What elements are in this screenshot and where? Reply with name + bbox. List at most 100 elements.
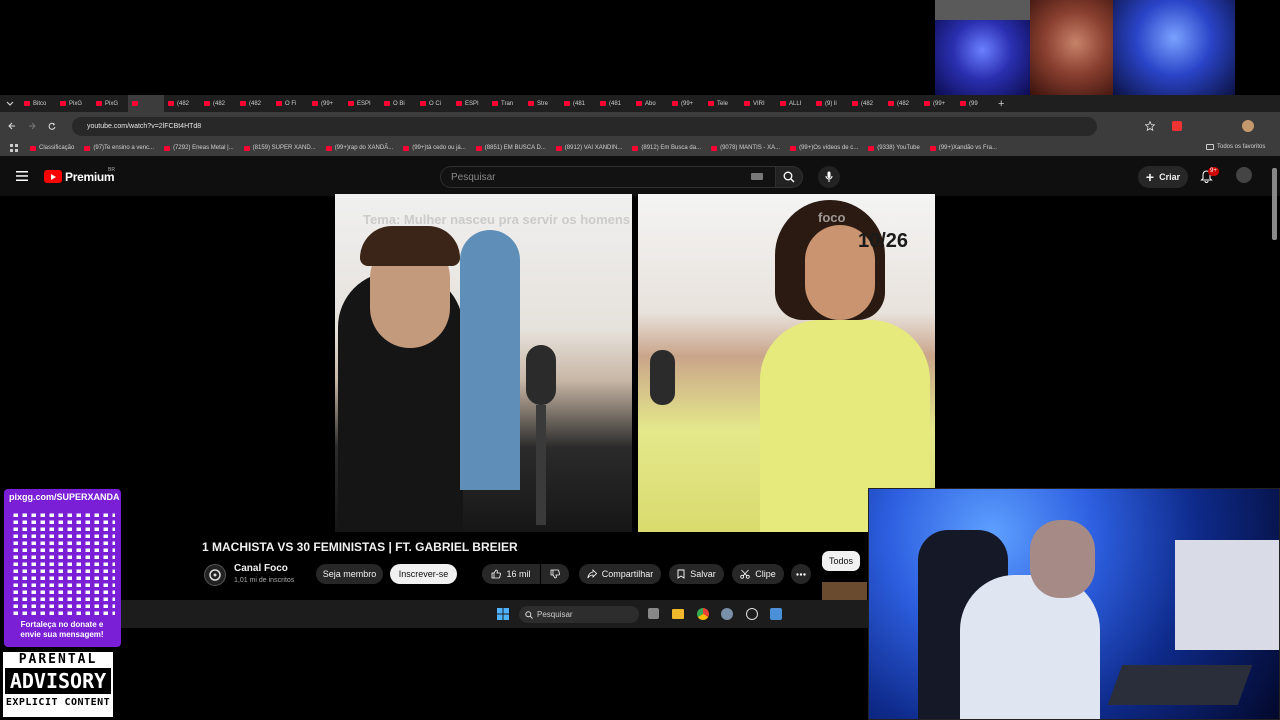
bookmark-star-icon[interactable] <box>1145 121 1155 131</box>
bookmark-item[interactable]: (8912) Em Busca da... <box>632 145 701 151</box>
url-field[interactable]: youtube.com/watch?v=2lFCBt4HTd8 <box>72 117 1097 136</box>
tab-search-icon[interactable] <box>0 101 20 107</box>
search-input[interactable]: Pesquisar <box>440 166 775 188</box>
tab-label: Bitco <box>33 100 47 107</box>
new-tab-icon[interactable]: + <box>998 98 1004 110</box>
file-explorer-icon[interactable] <box>672 609 684 619</box>
filter-chip-all[interactable]: Todos <box>822 551 860 571</box>
search-button[interactable] <box>775 166 803 188</box>
reload-icon[interactable] <box>48 122 56 130</box>
browser-tab[interactable]: (482 <box>236 95 272 112</box>
bookmarks-bar: Classificação (97)Te ensino a venc... (729… <box>0 140 1280 156</box>
qr-code <box>9 510 115 616</box>
apps-grid-icon[interactable] <box>10 144 18 152</box>
bookmark-item[interactable]: (99+)tá cedo ou já... <box>403 145 466 151</box>
extension-icon[interactable] <box>1172 121 1182 131</box>
account-avatar[interactable] <box>1236 167 1252 183</box>
browser-tab[interactable]: O Fi <box>272 95 308 112</box>
share-button[interactable]: Compartilhar <box>579 564 661 584</box>
browser-tab[interactable]: PixG <box>92 95 128 112</box>
browser-tab[interactable]: (482 <box>164 95 200 112</box>
browser-tab[interactable]: (99+ <box>920 95 956 112</box>
tab-label: (99+ <box>321 100 334 107</box>
bookmark-item[interactable]: (99+)rap do XANDÃ... <box>325 145 393 151</box>
tab-favicon <box>276 101 282 106</box>
scrollbar-thumb[interactable] <box>1272 168 1277 240</box>
bookmark-item[interactable]: Classificação <box>30 145 74 151</box>
browser-tab[interactable]: PixG <box>56 95 92 112</box>
bookmark-item[interactable]: (99+)Xandão vs Fra... <box>929 145 997 151</box>
forward-icon[interactable] <box>28 122 36 130</box>
browser-tab[interactable] <box>128 95 164 112</box>
all-favorites-folder[interactable]: Todos os favoritos <box>1206 144 1265 150</box>
bookmark-item[interactable]: (8912) VAI XANDIN... <box>555 145 622 151</box>
tab-favicon <box>672 101 678 106</box>
tab-favicon <box>24 101 30 106</box>
bookmark-label: (99+)tá cedo ou já... <box>412 145 466 151</box>
keyboard-icon[interactable] <box>751 173 763 180</box>
bookmark-favicon <box>84 145 91 151</box>
browser-tab[interactable]: (99 <box>956 95 992 112</box>
browser-tab[interactable]: (481 <box>560 95 596 112</box>
save-button[interactable]: Salvar <box>669 564 724 584</box>
profile-avatar[interactable] <box>1242 120 1254 132</box>
browser-tab[interactable]: (482 <box>848 95 884 112</box>
bookmark-label: (99+)Xandão vs Fra... <box>938 145 997 151</box>
browser-tab[interactable]: ESPI <box>452 95 488 112</box>
browser-tab[interactable]: Bitco <box>20 95 56 112</box>
browser-tab[interactable]: O Bi <box>380 95 416 112</box>
bookmark-favicon <box>868 145 875 151</box>
taskbar-search[interactable]: Pesquisar <box>519 606 639 623</box>
browser-tab[interactable]: (482 <box>884 95 920 112</box>
voice-search-button[interactable] <box>818 166 840 188</box>
more-actions-button[interactable] <box>791 564 811 584</box>
youtube-logo-icon[interactable] <box>44 170 62 183</box>
browser-tab[interactable]: Tele <box>704 95 740 112</box>
recommended-thumbnail[interactable] <box>822 582 867 600</box>
search-icon <box>525 610 533 619</box>
bookmark-item[interactable]: (8851) EM BUSCA D... <box>475 145 546 151</box>
browser-tab[interactable]: (482 <box>200 95 236 112</box>
browser-tab[interactable]: Abo <box>632 95 668 112</box>
tab-label: Stre <box>537 100 549 107</box>
channel-name[interactable]: Canal Foco <box>234 563 288 574</box>
youtube-logo-text[interactable]: Premium <box>65 170 115 184</box>
steam-icon[interactable] <box>770 608 782 620</box>
bookmark-item[interactable]: (99+)Os vídeos de c... <box>790 145 858 151</box>
create-button[interactable]: + Criar <box>1138 166 1188 188</box>
clip-button[interactable]: Clipe <box>732 564 784 584</box>
back-icon[interactable] <box>8 122 16 130</box>
task-view-icon[interactable] <box>648 608 659 619</box>
dislike-button[interactable] <box>541 564 569 584</box>
browser-tab[interactable]: (9) li <box>812 95 848 112</box>
browser-tab[interactable]: (481 <box>596 95 632 112</box>
tab-label: PixG <box>105 100 119 107</box>
browser-tab[interactable]: ESPI <box>344 95 380 112</box>
chrome-icon[interactable] <box>697 608 709 620</box>
bookmark-item[interactable]: (7292) Eneas Metal |... <box>164 145 234 151</box>
bookmark-item[interactable]: (9338) YouTube <box>868 145 920 151</box>
join-button[interactable]: Seja membro <box>316 564 383 584</box>
parental-advisory-label: PARENTAL ADVISORY EXPLICIT CONTENT <box>3 652 113 717</box>
subscribe-button[interactable]: Inscrever-se <box>390 564 457 584</box>
webcam-border <box>868 488 1280 720</box>
browser-tab[interactable]: VIRI <box>740 95 776 112</box>
bookmark-item[interactable]: (97)Te ensino a venc... <box>84 145 154 151</box>
bookmark-favicon <box>555 145 562 151</box>
browser-tab[interactable]: ALLI <box>776 95 812 112</box>
like-button[interactable]: 16 mil <box>482 564 540 584</box>
bookmark-item[interactable]: (9078) MANTIS - XA... <box>711 145 780 151</box>
browser-tab[interactable]: O Ci <box>416 95 452 112</box>
browser-tab[interactable]: Stre <box>524 95 560 112</box>
settings-icon[interactable] <box>721 608 733 620</box>
obs-icon[interactable] <box>746 608 758 620</box>
tab-favicon <box>312 101 318 106</box>
windows-start-icon[interactable] <box>497 608 509 620</box>
menu-icon[interactable] <box>16 171 28 181</box>
browser-tab[interactable]: (99+ <box>668 95 704 112</box>
browser-tab[interactable]: (99+ <box>308 95 344 112</box>
bookmark-item[interactable]: (8159) SUPER XAND... <box>243 145 316 151</box>
background-woman <box>460 230 520 490</box>
channel-avatar[interactable] <box>204 564 226 586</box>
browser-tab[interactable]: Tran <box>488 95 524 112</box>
